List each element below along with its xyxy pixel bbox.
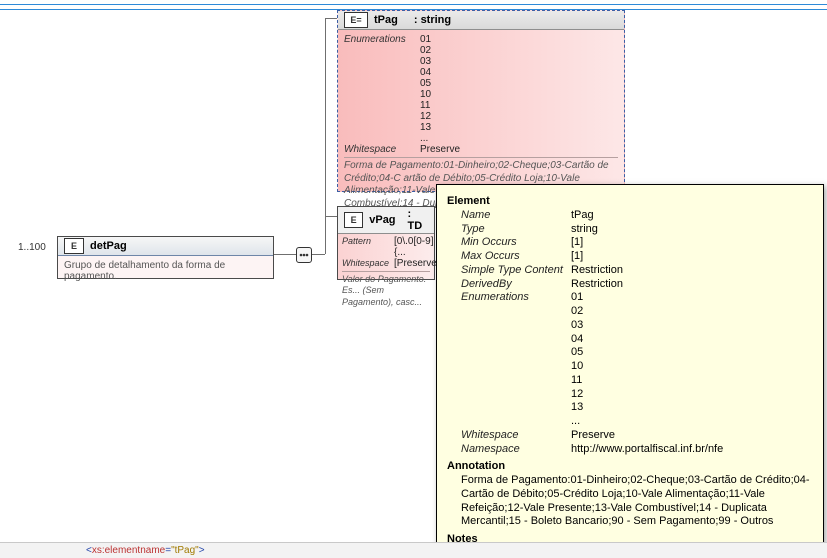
tooltip-label: Type <box>447 223 571 237</box>
tooltip-value: http://www.portalfiscal.inf.br/nfe <box>571 443 815 457</box>
connector-line <box>325 18 337 19</box>
node-detpag-header: E detPag <box>58 237 273 256</box>
sequence-compositor[interactable] <box>296 247 312 263</box>
status-bar: < xs:element name = "tPag" > <box>0 542 827 558</box>
enum-value: 11 <box>420 100 618 111</box>
tooltip-label: Name <box>447 209 571 223</box>
enum-value: 10 <box>571 360 815 374</box>
tooltip-value: string <box>571 223 815 237</box>
status-xml-elem: xs:element <box>92 545 140 556</box>
element-tooltip: Element NametPag Typestring Min Occurs[1… <box>436 184 824 544</box>
status-xml-val: "tPag" <box>171 545 199 556</box>
tpag-enum-list: 01 02 03 04 05 10 11 12 13 ... <box>420 34 618 144</box>
enum-value: 05 <box>420 78 618 89</box>
tooltip-label: DerivedBy <box>447 278 571 292</box>
enum-value: 05 <box>571 346 815 360</box>
enum-value: 10 <box>420 89 618 100</box>
tooltip-annotation-text: Forma de Pagamento:01-Dinheiro;02-Cheque… <box>447 474 815 529</box>
tooltip-heading-element: Element <box>447 195 815 209</box>
enum-value: 04 <box>420 67 618 78</box>
status-xml-attr: name <box>140 545 165 556</box>
facet-label-whitespace: Whitespace <box>344 144 420 155</box>
enum-value: 12 <box>420 111 618 122</box>
tooltip-value: Preserve <box>571 429 815 443</box>
node-tpag-name: tPag <box>374 14 398 26</box>
tooltip-value: [1] <box>571 236 815 250</box>
node-vpag-header: E vPag : TD <box>338 207 434 234</box>
node-detpag-desc: Grupo de detalhamento da forma de pagame… <box>58 256 273 288</box>
node-tpag-type: : string <box>414 14 451 26</box>
tooltip-label-ws: Whitespace <box>447 429 571 443</box>
facet-label-pattern: Pattern <box>342 236 394 258</box>
node-vpag-name: vPag <box>369 214 395 226</box>
node-vpag[interactable]: E vPag : TD Pattern [0\.0[0-9]{... White… <box>337 206 435 280</box>
tooltip-label-ns: Namespace <box>447 443 571 457</box>
connector-line <box>325 18 326 254</box>
node-tpag[interactable]: E= tPag : string Enumerations 01 02 03 0… <box>337 10 625 192</box>
enum-value: 01 <box>571 291 815 305</box>
enum-value: 13 <box>420 122 618 133</box>
tooltip-heading-annotation: Annotation <box>447 460 815 474</box>
enum-value: 13 <box>571 401 815 415</box>
enum-value: 04 <box>571 333 815 347</box>
tooltip-label: Max Occurs <box>447 250 571 264</box>
node-detpag-name: detPag <box>90 240 127 252</box>
tooltip-enum-list: 01 02 03 04 05 10 11 12 13 ... <box>571 291 815 429</box>
tpag-whitespace-value: Preserve <box>420 144 618 155</box>
schema-diagram-canvas: 1..100 E detPag Grupo de detalhamento da… <box>0 0 827 558</box>
tooltip-value: tPag <box>571 209 815 223</box>
element-icon: E= <box>344 12 368 28</box>
facet-label-whitespace: Whitespace <box>342 258 394 269</box>
enum-value: ... <box>420 133 618 144</box>
connector-line <box>312 254 325 255</box>
enum-value: 02 <box>571 305 815 319</box>
enum-value: 11 <box>571 374 815 388</box>
connector-line <box>325 216 337 217</box>
occurrence-label: 1..100 <box>18 242 46 253</box>
vpag-whitespace-value: [Preserve] <box>394 258 440 269</box>
tooltip-label-enum: Enumerations <box>447 291 571 429</box>
facet-label-enumerations: Enumerations <box>344 34 420 45</box>
element-icon: E <box>344 212 363 228</box>
enum-value: ... <box>571 415 815 429</box>
enum-value: 01 <box>420 34 618 45</box>
vpag-pattern-value: [0\.0[0-9]{... <box>394 236 440 258</box>
node-vpag-type: : TD <box>408 208 428 232</box>
node-tpag-header: E= tPag : string <box>338 11 624 30</box>
tooltip-value: Restriction <box>571 278 815 292</box>
status-xml-suffix: > <box>199 545 205 556</box>
tooltip-value: Restriction <box>571 264 815 278</box>
node-vpag-body: Pattern [0\.0[0-9]{... Whitespace [Prese… <box>338 234 434 310</box>
enum-value: 03 <box>571 319 815 333</box>
enum-value: 03 <box>420 56 618 67</box>
node-detpag[interactable]: E detPag Grupo de detalhamento da forma … <box>57 236 274 279</box>
enum-value: 12 <box>571 388 815 402</box>
connector-line <box>274 254 296 255</box>
node-vpag-desc: Valor do Pagamento. Es... (Sem Pagamento… <box>342 271 430 308</box>
element-icon: E <box>64 238 84 254</box>
enum-value: 02 <box>420 45 618 56</box>
tooltip-label: Simple Type Content <box>447 264 571 278</box>
tooltip-value: [1] <box>571 250 815 264</box>
tooltip-label: Min Occurs <box>447 236 571 250</box>
